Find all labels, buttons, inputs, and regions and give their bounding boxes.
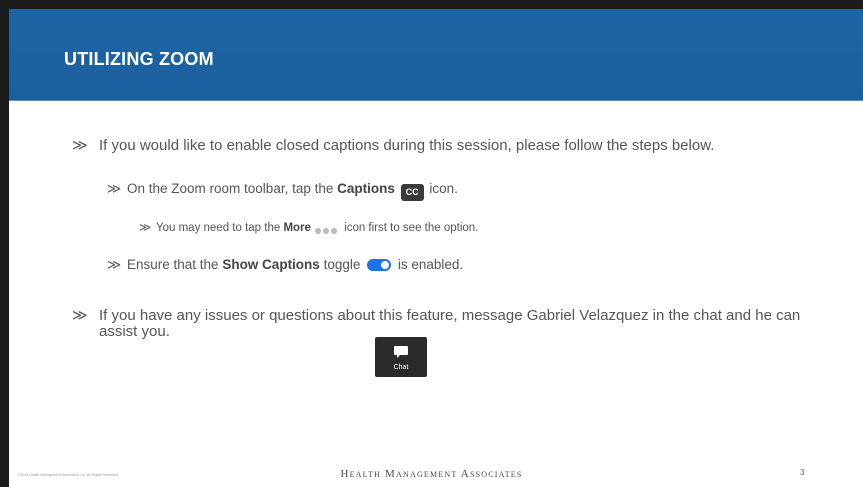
chat-label: Chat <box>393 364 409 371</box>
text-fragment: is enabled. <box>394 257 464 272</box>
bullet-text: If you have any issues or questions abou… <box>99 307 801 340</box>
show-captions-bold-label: Show Captions <box>222 257 320 272</box>
sub-bullet-tap-captions: ≫ On the Zoom room toolbar, tap the Capt… <box>107 180 458 201</box>
bullet-marker: ≫ <box>72 307 88 324</box>
text-fragment: toggle <box>319 257 365 272</box>
text-fragment: Ensure that the <box>127 257 223 272</box>
slide-content: ≫ If you would like to enable closed cap… <box>0 0 863 487</box>
text-fragment: icon. <box>425 181 458 196</box>
toggle-switch-icon <box>367 259 392 271</box>
bullet-text: You may need to tap the More icon first … <box>139 221 478 235</box>
text-fragment: icon first to see the option. <box>340 222 479 234</box>
bullet-enable-captions: ≫ If you would like to enable closed cap… <box>72 138 812 154</box>
text-fragment: On the Zoom room toolbar, tap the <box>127 181 338 196</box>
bullet-marker: ≫ <box>72 137 88 154</box>
bullet-marker: ≫ <box>107 257 122 272</box>
bullet-text: If you would like to enable closed capti… <box>99 137 715 154</box>
sub-bullet-show-captions-toggle: ≫ Ensure that the Show Captions toggle i… <box>107 256 463 274</box>
text-fragment: You may need to tap the <box>156 222 284 234</box>
bullet-marker: ≫ <box>107 181 122 196</box>
captions-bold-label: Captions <box>337 181 395 196</box>
slide: UTILIZING ZOOM ≫ If you would like to en… <box>0 0 863 487</box>
footer-brand-name: Health Management Associates <box>340 468 523 480</box>
page-number: 3 <box>800 468 805 477</box>
more-dots-icon <box>314 224 338 234</box>
chat-button-image: Chat <box>375 337 427 377</box>
closed-captions-icon: CC <box>400 184 424 201</box>
more-bold-label: More <box>283 222 311 234</box>
bullet-text: Ensure that the Show Captions toggle is … <box>107 256 463 274</box>
sub-sub-bullet-tap-more: ≫ You may need to tap the More icon firs… <box>139 221 478 235</box>
chat-bubble-icon <box>394 346 408 358</box>
bullet-contact-support: ≫ If you have any issues or questions ab… <box>72 308 812 340</box>
bullet-marker: ≫ <box>139 222 152 234</box>
bullet-text: On the Zoom room toolbar, tap the Captio… <box>107 180 458 201</box>
